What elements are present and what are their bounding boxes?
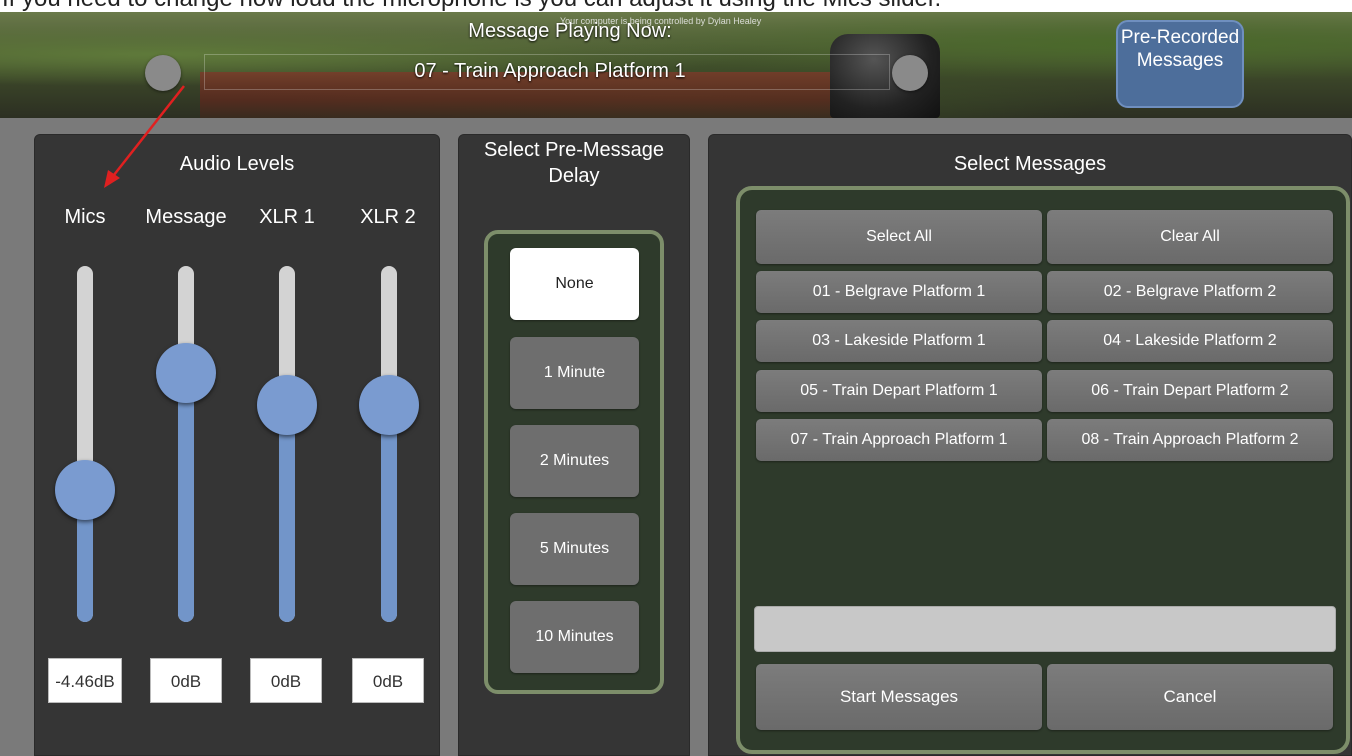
delay-option-none[interactable]: None xyxy=(510,248,639,320)
slider-fill-xlr1 xyxy=(279,404,295,622)
remote-control-notice: Your computer is being controlled by Dyl… xyxy=(560,16,762,26)
clear-all-button[interactable]: Clear All xyxy=(1047,210,1333,264)
slider-knob-xlr2[interactable] xyxy=(359,374,419,435)
audio-levels-title: Audio Levels xyxy=(179,153,295,175)
messages-title: Select Messages xyxy=(953,153,1107,175)
message-item-01[interactable]: 01 - Belgrave Platform 1 xyxy=(756,271,1042,313)
start-messages-button[interactable]: Start Messages xyxy=(756,664,1042,730)
message-queue-field[interactable] xyxy=(754,606,1336,652)
message-item-02[interactable]: 02 - Belgrave Platform 2 xyxy=(1047,271,1333,313)
message-item-04[interactable]: 04 - Lakeside Platform 2 xyxy=(1047,320,1333,362)
db-readout-xlr2: 0dB xyxy=(352,658,424,703)
delay-option-1-minute[interactable]: 1 Minute xyxy=(510,337,639,409)
channel-label-xlr1: XLR 1 xyxy=(259,206,315,228)
instruction-text: If you need to change how loud the micro… xyxy=(0,0,1352,12)
db-readout-message: 0dB xyxy=(150,658,222,703)
slider-fill-xlr2 xyxy=(381,404,397,622)
slider-knob-xlr1[interactable] xyxy=(257,374,317,435)
prerecorded-messages-button[interactable]: Pre-Recorded Messages xyxy=(1116,20,1244,108)
now-playing-value: 07 - Train Approach Platform 1 xyxy=(414,60,686,82)
message-item-03[interactable]: 03 - Lakeside Platform 1 xyxy=(756,320,1042,362)
message-item-05[interactable]: 05 - Train Depart Platform 1 xyxy=(756,370,1042,412)
delay-option-5-minutes[interactable]: 5 Minutes xyxy=(510,513,639,585)
delay-option-10-minutes[interactable]: 10 Minutes xyxy=(510,601,639,673)
db-readout-xlr1: 0dB xyxy=(250,658,322,703)
delay-title: Select Pre-Message Delay xyxy=(483,139,665,187)
slider-fill-message xyxy=(178,372,194,622)
cancel-button[interactable]: Cancel xyxy=(1047,664,1333,730)
channel-label-mics: Mics xyxy=(64,206,106,228)
db-readout-mics: -4.46dB xyxy=(48,658,122,703)
message-item-07[interactable]: 07 - Train Approach Platform 1 xyxy=(756,419,1042,461)
slider-knob-mics[interactable] xyxy=(55,460,115,521)
message-item-08[interactable]: 08 - Train Approach Platform 2 xyxy=(1047,419,1333,461)
message-item-06[interactable]: 06 - Train Depart Platform 2 xyxy=(1047,370,1333,412)
right-status-dot[interactable] xyxy=(892,55,928,91)
channel-label-xlr2: XLR 2 xyxy=(360,206,416,228)
left-status-dot[interactable] xyxy=(145,55,181,91)
slider-knob-message[interactable] xyxy=(156,342,216,403)
channel-label-message: Message xyxy=(145,206,227,228)
select-all-button[interactable]: Select All xyxy=(756,210,1042,264)
delay-option-2-minutes[interactable]: 2 Minutes xyxy=(510,425,639,497)
